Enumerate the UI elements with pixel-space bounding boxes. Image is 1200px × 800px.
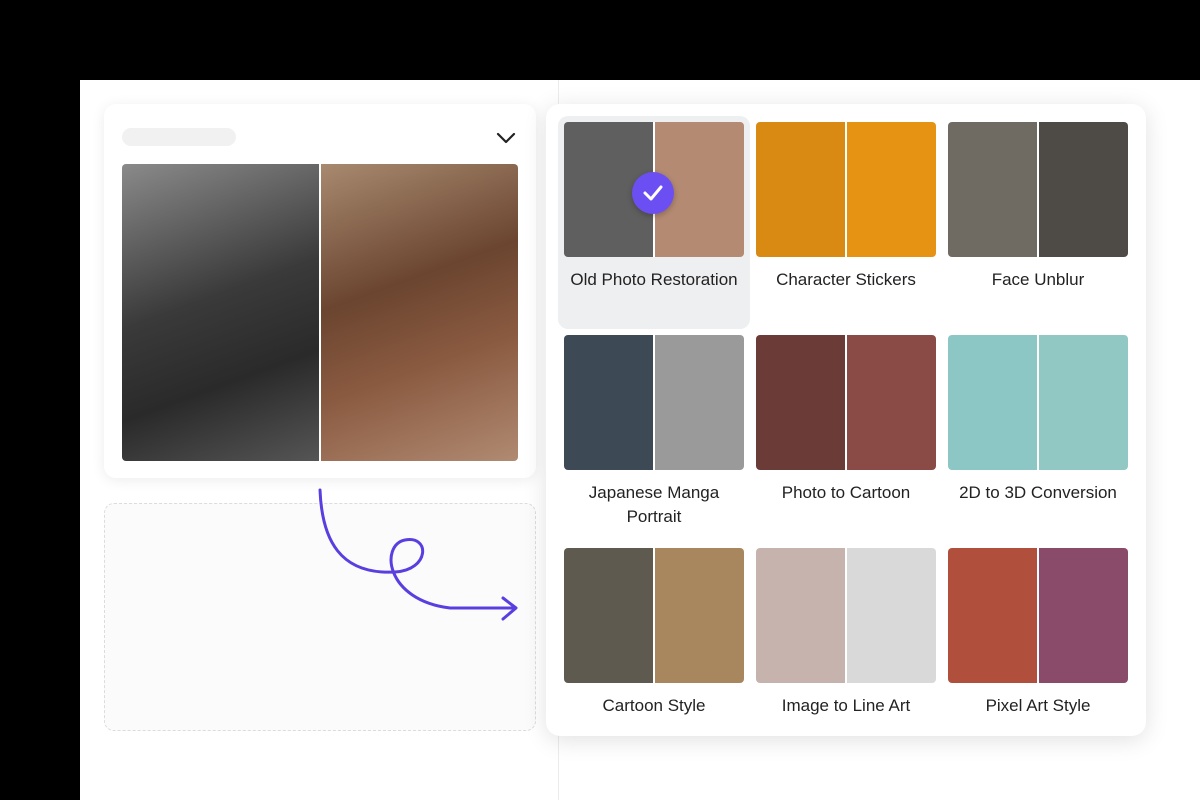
chevron-down-icon xyxy=(496,132,516,144)
style-label: Character Stickers xyxy=(776,270,916,289)
style-card[interactable]: Japanese Manga Portrait xyxy=(558,329,750,542)
style-card[interactable]: Cartoon Style xyxy=(558,542,750,755)
thumbnail-after xyxy=(1039,548,1128,683)
before-after-preview-image xyxy=(122,164,518,461)
style-label: Photo to Cartoon xyxy=(781,483,911,502)
thumbnail-before xyxy=(756,548,845,683)
thumbnail-after xyxy=(847,548,936,683)
thumbnail-before xyxy=(564,335,653,470)
style-label: 2D to 3D Conversion xyxy=(959,483,1117,502)
thumbnail-before xyxy=(948,122,1037,257)
style-card[interactable]: Photo to Cartoon xyxy=(750,329,942,542)
style-card[interactable]: Image to Line Art xyxy=(750,542,942,755)
style-label: Cartoon Style xyxy=(602,696,706,715)
style-thumbnail xyxy=(564,335,744,470)
style-thumbnail xyxy=(756,335,936,470)
style-thumbnail xyxy=(948,122,1128,257)
style-card[interactable]: Character Stickers xyxy=(750,116,942,329)
style-label: Japanese Manga Portrait xyxy=(588,483,720,526)
flow-arrow-icon xyxy=(318,488,518,621)
thumbnail-after xyxy=(1039,335,1128,470)
style-thumbnail xyxy=(756,548,936,683)
style-label: Face Unblur xyxy=(991,270,1085,289)
style-thumbnail xyxy=(564,548,744,683)
thumbnail-after xyxy=(655,548,744,683)
thumbnail-after xyxy=(847,335,936,470)
style-card[interactable]: Pixel Art Style xyxy=(942,542,1134,755)
style-card[interactable]: Face Unblur xyxy=(942,116,1134,329)
style-grid: Old Photo Restoration Character Stickers F… xyxy=(558,116,1134,755)
thumbnail-before xyxy=(948,335,1037,470)
dropdown-toggle[interactable] xyxy=(492,124,520,152)
style-thumbnail xyxy=(756,122,936,257)
thumbnail-after xyxy=(847,122,936,257)
style-label: Old Photo Restoration xyxy=(570,270,738,289)
style-label: Image to Line Art xyxy=(781,696,911,715)
thumbnail-before xyxy=(564,548,653,683)
selected-check-icon xyxy=(632,172,674,214)
before-image xyxy=(122,164,319,461)
thumbnail-before xyxy=(948,548,1037,683)
style-thumbnail xyxy=(948,548,1128,683)
thumbnail-before xyxy=(756,335,845,470)
style-card[interactable]: Old Photo Restoration xyxy=(558,116,750,329)
style-label: Pixel Art Style xyxy=(985,696,1091,715)
preview-card xyxy=(104,104,536,478)
after-image xyxy=(321,164,518,461)
thumbnail-before xyxy=(756,122,845,257)
title-placeholder xyxy=(122,128,236,146)
style-picker-panel: Old Photo Restoration Character Stickers F… xyxy=(546,104,1146,736)
style-card[interactable]: 2D to 3D Conversion xyxy=(942,329,1134,542)
thumbnail-after xyxy=(1039,122,1128,257)
style-thumbnail xyxy=(948,335,1128,470)
thumbnail-after xyxy=(655,335,744,470)
